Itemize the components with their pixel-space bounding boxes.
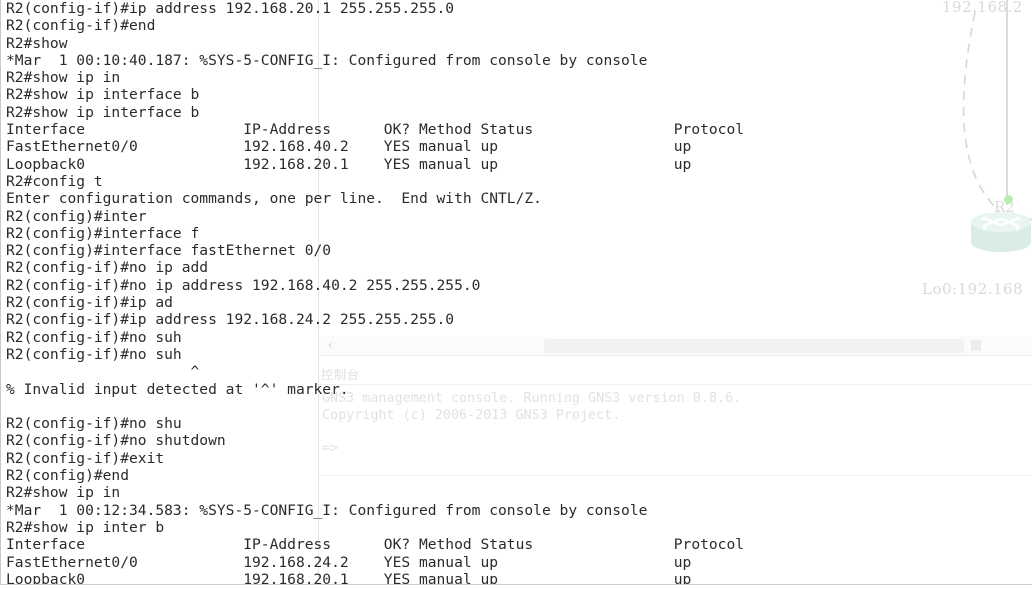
terminal-line: ^ [6,363,200,381]
terminal-line: R2#show ip in [6,69,121,87]
terminal-line: FastEthernet0/0 192.168.24.2 YES manual … [6,553,692,571]
terminal-line: Loopback0 192.168.20.1 YES manual up up [6,155,692,173]
terminal-line: Enter configuration commands, one per li… [6,190,542,208]
terminal-output: R2(config-if)#ip address 192.168.20.1 25… [6,0,744,585]
router-cli-terminal[interactable]: R2(config-if)#ip address 192.168.20.1 25… [0,0,1032,585]
terminal-line: % Invalid input detected at '^' marker. [6,380,349,398]
terminal-line: Interface IP-Address OK? Method Status P… [6,536,745,554]
terminal-line: R2#show ip interface b [6,86,200,104]
terminal-line: R2#show ip in [6,484,121,502]
terminal-line: R2#show ip inter b [6,518,165,536]
terminal-line: R2(config-if)#no ip add [6,259,209,277]
terminal-line: R2(config-if)#no suh [6,345,182,363]
terminal-line: R2(config-if)#no shu [6,415,182,433]
terminal-line: R2(config)#inter [6,207,147,225]
terminal-line: R2(config-if)#ip address 192.168.20.1 25… [6,0,455,17]
terminal-line: R2(config)#interface fastEthernet 0/0 [6,242,332,260]
terminal-left-border [0,0,1,585]
terminal-line: R2(config)#interface f [6,224,200,242]
terminal-line: R2(config-if)#exit [6,449,165,467]
terminal-line: R2(config-if)#no ip address 192.168.40.2… [6,276,481,294]
terminal-line: R2(config)#end [6,467,130,485]
terminal-line: FastEthernet0/0 192.168.40.2 YES manual … [6,138,692,156]
terminal-line: *Mar 1 00:10:40.187: %SYS-5-CONFIG_I: Co… [6,51,648,69]
terminal-line: R2#config t [6,172,103,190]
terminal-line: R2#show ip interface b [6,103,200,121]
terminal-line: Loopback0 192.168.20.1 YES manual up up [6,570,692,585]
terminal-line: *Mar 1 00:12:34.583: %SYS-5-CONFIG_I: Co… [6,501,648,519]
terminal-line: R2(config-if)#no suh [6,328,182,346]
terminal-line: R2(config-if)#ip ad [6,294,173,312]
terminal-line: R2#show [6,34,68,52]
terminal-line: Interface IP-Address OK? Method Status P… [6,121,745,139]
terminal-line: R2(config-if)#end [6,17,156,35]
terminal-line: R2(config-if)#ip address 192.168.24.2 25… [6,311,455,329]
terminal-line: R2(config-if)#no shutdown [6,432,226,450]
